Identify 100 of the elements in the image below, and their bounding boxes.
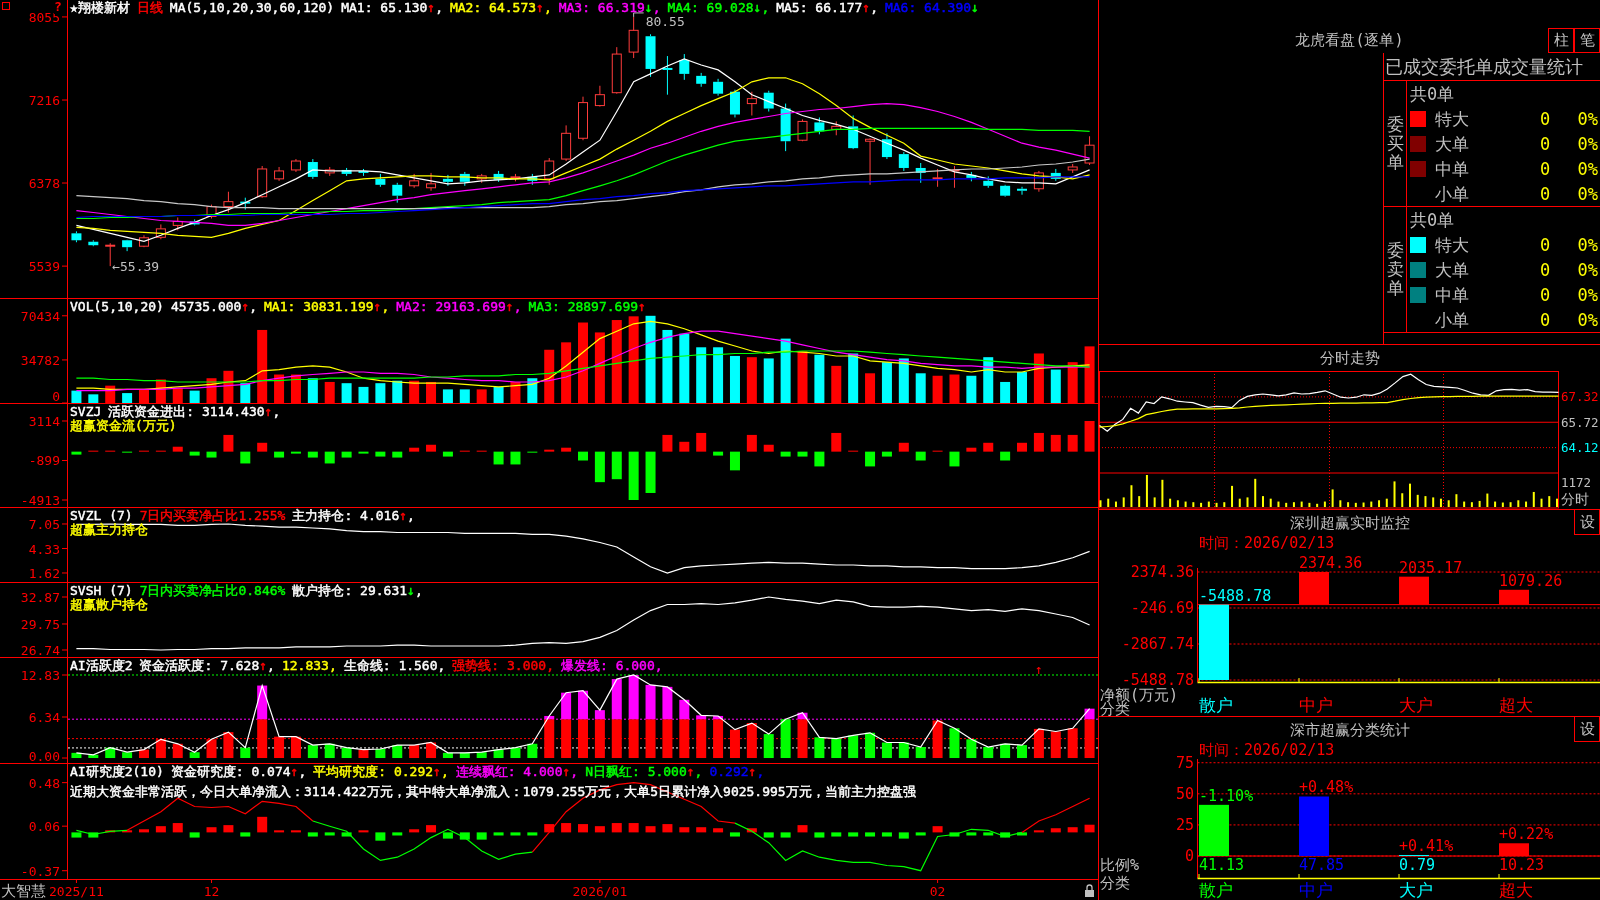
category-label: 中户 [1299, 880, 1333, 900]
order-count: 0 [1539, 259, 1551, 280]
value-label: 2374.36 [1299, 554, 1363, 572]
indicator-value: MA1: 65.130↑, [341, 0, 443, 15]
panel-title: 深圳超赢实时监控 [1289, 513, 1410, 532]
indicator-text: SVSH (7) [70, 583, 133, 598]
axis-label: 32.87 [20, 590, 60, 605]
value-label: -5488.78 [1199, 586, 1272, 605]
indicator-value: 活跃资金进出: 3114.430↑, [108, 404, 281, 419]
indicator-text: 7日内买卖净占比1.255% [139, 508, 286, 523]
axis-label: -4913 [20, 493, 60, 508]
axis-label: 3114 [28, 414, 60, 429]
order-share: 0% [1577, 234, 1598, 255]
table-title: 已成交委托单成交量统计 [1385, 55, 1583, 78]
change-label: +0.41% [1399, 837, 1454, 855]
time-label: 时间：2026/02/13 [1199, 742, 1335, 759]
order-share: 0% [1577, 183, 1598, 204]
axis-title: 比例% [1100, 856, 1140, 874]
axis-label: 67.32 [1561, 389, 1599, 405]
order-count: 0 [1539, 309, 1551, 330]
order-count: 0 [1539, 108, 1551, 129]
total-label: 共0单 [1410, 209, 1455, 230]
indicator-value: 平均研究度: 0.292↑, [313, 764, 449, 779]
category-label: 超大 [1499, 880, 1533, 900]
indicator-text: MA(5,10,20,30,60,120) [169, 0, 335, 15]
indicator-caption: 超赢主力持仓 [70, 522, 148, 537]
order-size-label: 小单 [1435, 309, 1470, 330]
category-label: 散户 [1199, 695, 1233, 715]
axis-label: 34782 [20, 352, 60, 368]
value-label: 1079.26 [1499, 571, 1563, 590]
order-count: 0 [1539, 158, 1551, 179]
indicator-value: MA3: 66.319↓, [558, 0, 661, 15]
axis-label: 64.12 [1561, 440, 1599, 456]
axis-label: -899 [28, 453, 60, 469]
indicator-value: MA1: 30831.199↑, [264, 299, 390, 314]
side-label: 委卖单 [1386, 241, 1404, 298]
time-label: 时间：2026/02/13 [1199, 535, 1335, 552]
axis-label: 7.05 [28, 516, 60, 532]
order-count: 0 [1539, 284, 1551, 305]
brand-label: 大智慧 [1, 882, 46, 900]
side-label: 委买单 [1386, 115, 1404, 172]
indicator-value: 主力持仓: 4.016↑, [292, 508, 415, 523]
indicator-value: MA3: 28897.699↑ [528, 299, 646, 314]
indicator-value: N日飘红: 5.000↑, [585, 764, 703, 779]
change-label: +0.22% [1499, 825, 1554, 844]
indicator-value: MA2: 29163.699↑, [396, 299, 522, 314]
indicator-value: 散户持仓: 29.631↓, [292, 583, 423, 598]
category-label: 超大 [1499, 695, 1533, 715]
order-share: 0% [1577, 158, 1598, 179]
indicator-text: 强势线: 3.000, [452, 658, 554, 673]
value-label: 0.79 [1399, 856, 1436, 874]
category-label: 中户 [1299, 695, 1333, 715]
axis-label: 25 [1175, 815, 1194, 834]
order-size-label: 小单 [1435, 183, 1470, 204]
indicator-value: 45735.000↑, [170, 299, 258, 314]
axis-label: -246.69 [1130, 599, 1194, 617]
axis-label: -5488.78 [1121, 671, 1194, 689]
axis-label: 70434 [20, 308, 60, 324]
total-label: 共0单 [1410, 83, 1455, 104]
value-label: 10.23 [1499, 856, 1545, 874]
indicator-value: MA6: 64.390↓ [884, 0, 979, 15]
value-label: 47.85 [1299, 856, 1345, 874]
axis-label: 75 [1175, 753, 1194, 772]
indicator-text: SVZL (7) [70, 508, 133, 523]
axis-label: -0.37 [20, 863, 60, 879]
volume-label: 分时 [1561, 491, 1589, 507]
indicator-value: 连续飘红: 4.000↑, [455, 764, 579, 779]
panel-title: 分时走势 [1319, 349, 1380, 367]
axis-label: 0.00 [28, 749, 60, 764]
indicator-caption: 超赢资金流(万元) [70, 418, 177, 433]
axis-title: 分类 [1100, 874, 1130, 892]
indicator-text: VOL(5,10,20) [70, 299, 164, 314]
order-count: 0 [1539, 183, 1551, 204]
value-label: 2035.17 [1399, 558, 1463, 577]
date-label: 12 [203, 884, 220, 899]
axis-label: 0.48 [28, 775, 60, 791]
axis-label: 50 [1175, 784, 1194, 803]
indicator-text: 生命线: 1.560, [343, 658, 446, 673]
panel-title: 龙虎看盘(逐单) [1295, 31, 1404, 49]
axis-label: -2867.74 [1121, 635, 1194, 653]
axis-label: 65.72 [1561, 414, 1599, 430]
axis-label: 1.62 [28, 566, 60, 581]
indicator-text: 爆发线: 6.000, [561, 658, 663, 673]
axis-label: 26.74 [20, 643, 60, 658]
indicator-text: ★翔楼新材 [70, 0, 130, 15]
order-size-label: 特大 [1435, 234, 1470, 255]
axis-label: 0 [52, 389, 60, 404]
indicator-value: MA4: 69.028↓, [667, 0, 770, 15]
date-label: 2025/11 [49, 884, 104, 899]
order-share: 0% [1577, 133, 1598, 154]
indicator-caption: 超赢散户持仓 [70, 597, 148, 612]
order-share: 0% [1577, 259, 1598, 280]
order-size-label: 大单 [1435, 259, 1470, 280]
date-label: 02 [929, 884, 946, 899]
change-label: +0.48% [1299, 778, 1354, 797]
scale-label: 1172 [1561, 475, 1592, 490]
change-label: -1.10% [1199, 786, 1254, 805]
axis-label: 12.83 [20, 668, 60, 683]
order-share: 0% [1577, 108, 1598, 129]
axis-label: 6378 [28, 176, 60, 191]
